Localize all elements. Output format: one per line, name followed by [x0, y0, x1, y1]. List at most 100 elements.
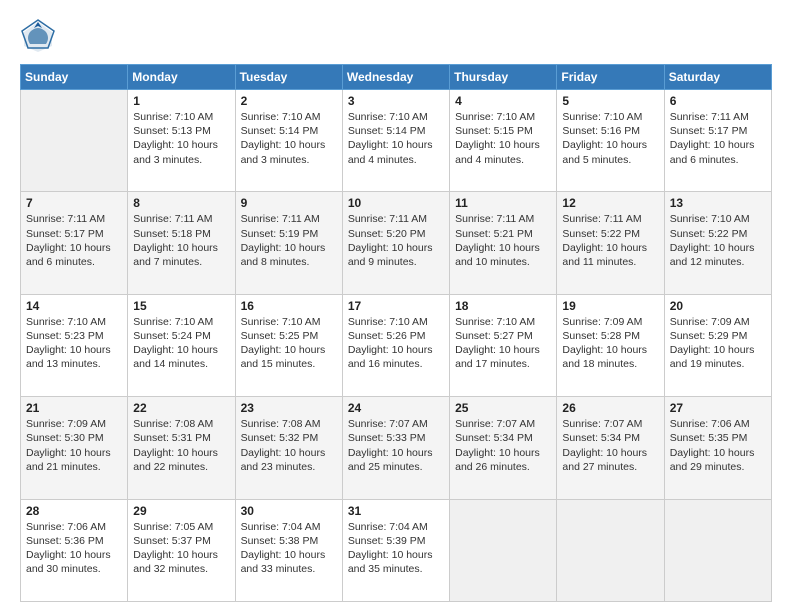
- calendar-cell: 21 Sunrise: 7:09 AM Sunset: 5:30 PM Dayli…: [21, 397, 128, 499]
- day-info: Sunrise: 7:10 AM Sunset: 5:22 PM Dayligh…: [670, 212, 766, 269]
- calendar-cell: [557, 499, 664, 601]
- day-info: Sunrise: 7:11 AM Sunset: 5:17 PM Dayligh…: [670, 110, 766, 167]
- page: SundayMondayTuesdayWednesdayThursdayFrid…: [0, 0, 792, 612]
- calendar-cell: 23Sunrise: 7:08 AM Sunset: 5:32 PM Dayli…: [235, 397, 342, 499]
- day-number: 27: [670, 401, 766, 415]
- calendar-week-row: 28 Sunrise: 7:06 AM Sunset: 5:36 PM Dayli…: [21, 499, 772, 601]
- day-header-saturday: Saturday: [664, 65, 771, 90]
- day-info: Sunrise: 7:09 AM Sunset: 5:29 PM Dayligh…: [670, 315, 766, 372]
- calendar-cell: 11 Sunrise: 7:11 AM Sunset: 5:21 PM Dayli…: [450, 192, 557, 294]
- calendar-cell: 26 Sunrise: 7:07 AM Sunset: 5:34 PM Dayli…: [557, 397, 664, 499]
- calendar-cell: 27 Sunrise: 7:06 AM Sunset: 5:35 PM Dayli…: [664, 397, 771, 499]
- day-number: 12: [562, 196, 658, 210]
- calendar-cell: 3Sunrise: 7:10 AM Sunset: 5:14 PM Daylig…: [342, 90, 449, 192]
- calendar-cell: 6 Sunrise: 7:11 AM Sunset: 5:17 PM Daylig…: [664, 90, 771, 192]
- day-info: Sunrise: 7:10 AM Sunset: 5:25 PM Dayligh…: [241, 315, 337, 372]
- day-number: 11: [455, 196, 551, 210]
- calendar-cell: 8 Sunrise: 7:11 AM Sunset: 5:18 PM Daylig…: [128, 192, 235, 294]
- calendar-cell: 1 Sunrise: 7:10 AM Sunset: 5:13 PM Daylig…: [128, 90, 235, 192]
- calendar-cell: 31Sunrise: 7:04 AM Sunset: 5:39 PM Dayli…: [342, 499, 449, 601]
- day-number: 1: [133, 94, 229, 108]
- calendar-cell: [664, 499, 771, 601]
- day-number: 19: [562, 299, 658, 313]
- day-number: 25: [455, 401, 551, 415]
- day-info: Sunrise: 7:10 AM Sunset: 5:27 PM Dayligh…: [455, 315, 551, 372]
- day-header-friday: Friday: [557, 65, 664, 90]
- calendar-cell: 24 Sunrise: 7:07 AM Sunset: 5:33 PM Dayli…: [342, 397, 449, 499]
- day-number: 26: [562, 401, 658, 415]
- day-info: Sunrise: 7:11 AM Sunset: 5:21 PM Dayligh…: [455, 212, 551, 269]
- day-number: 3: [348, 94, 444, 108]
- header: [20, 18, 772, 54]
- calendar-cell: 7 Sunrise: 7:11 AM Sunset: 5:17 PM Daylig…: [21, 192, 128, 294]
- day-info: Sunrise: 7:10 AM Sunset: 5:13 PM Dayligh…: [133, 110, 229, 167]
- day-info: Sunrise: 7:10 AM Sunset: 5:14 PM Dayligh…: [241, 110, 337, 167]
- day-number: 20: [670, 299, 766, 313]
- calendar-cell: 15Sunrise: 7:10 AM Sunset: 5:24 PM Dayli…: [128, 294, 235, 396]
- calendar-cell: 13 Sunrise: 7:10 AM Sunset: 5:22 PM Dayli…: [664, 192, 771, 294]
- day-info: Sunrise: 7:11 AM Sunset: 5:22 PM Dayligh…: [562, 212, 658, 269]
- day-info: Sunrise: 7:07 AM Sunset: 5:33 PM Dayligh…: [348, 417, 444, 474]
- day-info: Sunrise: 7:06 AM Sunset: 5:36 PM Dayligh…: [26, 520, 122, 577]
- day-number: 28: [26, 504, 122, 518]
- day-header-sunday: Sunday: [21, 65, 128, 90]
- day-number: 10: [348, 196, 444, 210]
- day-number: 17: [348, 299, 444, 313]
- day-number: 13: [670, 196, 766, 210]
- day-info: Sunrise: 7:11 AM Sunset: 5:20 PM Dayligh…: [348, 212, 444, 269]
- day-info: Sunrise: 7:10 AM Sunset: 5:16 PM Dayligh…: [562, 110, 658, 167]
- day-number: 7: [26, 196, 122, 210]
- logo-icon: [20, 18, 56, 54]
- day-number: 5: [562, 94, 658, 108]
- calendar-cell: 22 Sunrise: 7:08 AM Sunset: 5:31 PM Dayli…: [128, 397, 235, 499]
- day-number: 15: [133, 299, 229, 313]
- day-info: Sunrise: 7:09 AM Sunset: 5:28 PM Dayligh…: [562, 315, 658, 372]
- day-info: Sunrise: 7:07 AM Sunset: 5:34 PM Dayligh…: [562, 417, 658, 474]
- calendar-cell: 30 Sunrise: 7:04 AM Sunset: 5:38 PM Dayli…: [235, 499, 342, 601]
- calendar-week-row: 21 Sunrise: 7:09 AM Sunset: 5:30 PM Dayli…: [21, 397, 772, 499]
- calendar-cell: 20 Sunrise: 7:09 AM Sunset: 5:29 PM Dayli…: [664, 294, 771, 396]
- day-info: Sunrise: 7:05 AM Sunset: 5:37 PM Dayligh…: [133, 520, 229, 577]
- calendar-cell: 19 Sunrise: 7:09 AM Sunset: 5:28 PM Dayli…: [557, 294, 664, 396]
- day-header-tuesday: Tuesday: [235, 65, 342, 90]
- day-info: Sunrise: 7:08 AM Sunset: 5:31 PM Dayligh…: [133, 417, 229, 474]
- day-number: 16: [241, 299, 337, 313]
- day-info: Sunrise: 7:11 AM Sunset: 5:18 PM Dayligh…: [133, 212, 229, 269]
- calendar-cell: 4Sunrise: 7:10 AM Sunset: 5:15 PM Daylig…: [450, 90, 557, 192]
- day-info: Sunrise: 7:09 AM Sunset: 5:30 PM Dayligh…: [26, 417, 122, 474]
- logo: [20, 18, 60, 54]
- calendar-cell: 17Sunrise: 7:10 AM Sunset: 5:26 PM Dayli…: [342, 294, 449, 396]
- day-info: Sunrise: 7:04 AM Sunset: 5:39 PM Dayligh…: [348, 520, 444, 577]
- day-info: Sunrise: 7:06 AM Sunset: 5:35 PM Dayligh…: [670, 417, 766, 474]
- day-number: 21: [26, 401, 122, 415]
- day-header-thursday: Thursday: [450, 65, 557, 90]
- calendar-week-row: 7 Sunrise: 7:11 AM Sunset: 5:17 PM Daylig…: [21, 192, 772, 294]
- day-header-monday: Monday: [128, 65, 235, 90]
- calendar-cell: 9 Sunrise: 7:11 AM Sunset: 5:19 PM Daylig…: [235, 192, 342, 294]
- day-info: Sunrise: 7:10 AM Sunset: 5:15 PM Dayligh…: [455, 110, 551, 167]
- calendar-cell: 5 Sunrise: 7:10 AM Sunset: 5:16 PM Daylig…: [557, 90, 664, 192]
- calendar-cell: 28 Sunrise: 7:06 AM Sunset: 5:36 PM Dayli…: [21, 499, 128, 601]
- calendar-cell: 12 Sunrise: 7:11 AM Sunset: 5:22 PM Dayli…: [557, 192, 664, 294]
- day-number: 24: [348, 401, 444, 415]
- day-info: Sunrise: 7:10 AM Sunset: 5:23 PM Dayligh…: [26, 315, 122, 372]
- day-info: Sunrise: 7:11 AM Sunset: 5:19 PM Dayligh…: [241, 212, 337, 269]
- day-number: 14: [26, 299, 122, 313]
- day-number: 8: [133, 196, 229, 210]
- day-info: Sunrise: 7:08 AM Sunset: 5:32 PM Dayligh…: [241, 417, 337, 474]
- day-number: 30: [241, 504, 337, 518]
- day-info: Sunrise: 7:11 AM Sunset: 5:17 PM Dayligh…: [26, 212, 122, 269]
- calendar-table: SundayMondayTuesdayWednesdayThursdayFrid…: [20, 64, 772, 602]
- calendar-cell: 2Sunrise: 7:10 AM Sunset: 5:14 PM Daylig…: [235, 90, 342, 192]
- day-number: 29: [133, 504, 229, 518]
- day-number: 6: [670, 94, 766, 108]
- day-number: 22: [133, 401, 229, 415]
- day-number: 18: [455, 299, 551, 313]
- calendar-cell: [21, 90, 128, 192]
- calendar-cell: 14 Sunrise: 7:10 AM Sunset: 5:23 PM Dayli…: [21, 294, 128, 396]
- day-number: 9: [241, 196, 337, 210]
- day-info: Sunrise: 7:04 AM Sunset: 5:38 PM Dayligh…: [241, 520, 337, 577]
- day-info: Sunrise: 7:07 AM Sunset: 5:34 PM Dayligh…: [455, 417, 551, 474]
- calendar-cell: 29 Sunrise: 7:05 AM Sunset: 5:37 PM Dayli…: [128, 499, 235, 601]
- calendar-cell: 16 Sunrise: 7:10 AM Sunset: 5:25 PM Dayli…: [235, 294, 342, 396]
